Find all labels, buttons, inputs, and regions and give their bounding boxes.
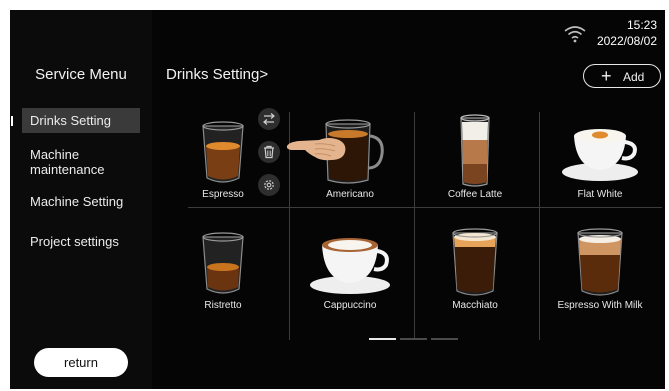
drink-name: Americano <box>326 189 374 200</box>
swap-button[interactable] <box>258 108 280 130</box>
drink-tile-ristretto[interactable]: Ristretto <box>161 223 285 333</box>
drink-name: Flat White <box>577 189 623 200</box>
sidebar-item-machine-maintenance[interactable]: Machine maintenance <box>22 147 140 177</box>
drink-name: Cappuccino <box>323 300 377 311</box>
page-indicator[interactable] <box>431 338 458 340</box>
drink-tile-espresso-with-milk[interactable]: Espresso With Milk <box>538 223 662 333</box>
macchiato-glass-icon <box>452 228 498 296</box>
espresso-glass-icon <box>202 121 244 183</box>
swap-icon <box>263 113 275 125</box>
drink-name: Ristretto <box>204 300 242 311</box>
page-indicator[interactable] <box>400 338 427 340</box>
return-button[interactable]: return <box>34 348 128 377</box>
page-title: Drinks Setting> <box>166 66 269 83</box>
sidebar: Service Menu Drinks Setting Machine main… <box>10 10 152 389</box>
sidebar-title: Service Menu <box>35 66 127 83</box>
wifi-icon <box>564 26 586 43</box>
add-button-label: Add <box>623 70 645 84</box>
drink-tile-americano[interactable]: Americano <box>288 112 412 222</box>
status-time: 15:23 <box>626 18 657 32</box>
sidebar-item-drinks-setting[interactable]: Drinks Setting <box>22 108 140 133</box>
ristretto-glass-icon <box>202 232 244 294</box>
plus-icon: + <box>601 66 612 86</box>
drink-tile-flat-white[interactable]: Flat White <box>538 112 662 222</box>
page-indicator-active[interactable] <box>369 338 396 340</box>
drink-name: Coffee Latte <box>447 189 503 200</box>
pointing-hand-icon <box>286 138 346 161</box>
drink-tile-macchiato[interactable]: Macchiato <box>413 223 537 333</box>
touch-screen: Service Menu Drinks Setting Machine main… <box>10 10 665 389</box>
sidebar-item-machine-setting[interactable]: Machine Setting <box>22 194 140 209</box>
active-marker <box>11 116 13 126</box>
settings-button[interactable] <box>258 174 280 196</box>
trash-icon <box>264 145 274 159</box>
add-button[interactable]: + Add <box>583 64 661 88</box>
status-date: 2022/08/02 <box>596 34 657 48</box>
drink-name: Macchiato <box>452 300 498 311</box>
drink-tile-coffee-latte[interactable]: Coffee Latte <box>413 112 537 222</box>
cappuccino-cup-icon <box>310 238 390 294</box>
drink-name: Espresso With Milk <box>557 300 643 311</box>
sidebar-item-project-settings[interactable]: Project settings <box>22 234 140 249</box>
gear-icon <box>264 180 274 190</box>
espresso-milk-glass-icon <box>577 228 623 296</box>
delete-button[interactable] <box>258 141 280 163</box>
latte-glass-icon <box>460 114 490 187</box>
flat-white-cup-icon <box>562 129 638 181</box>
drink-tile-cappuccino[interactable]: Cappuccino <box>288 223 412 333</box>
